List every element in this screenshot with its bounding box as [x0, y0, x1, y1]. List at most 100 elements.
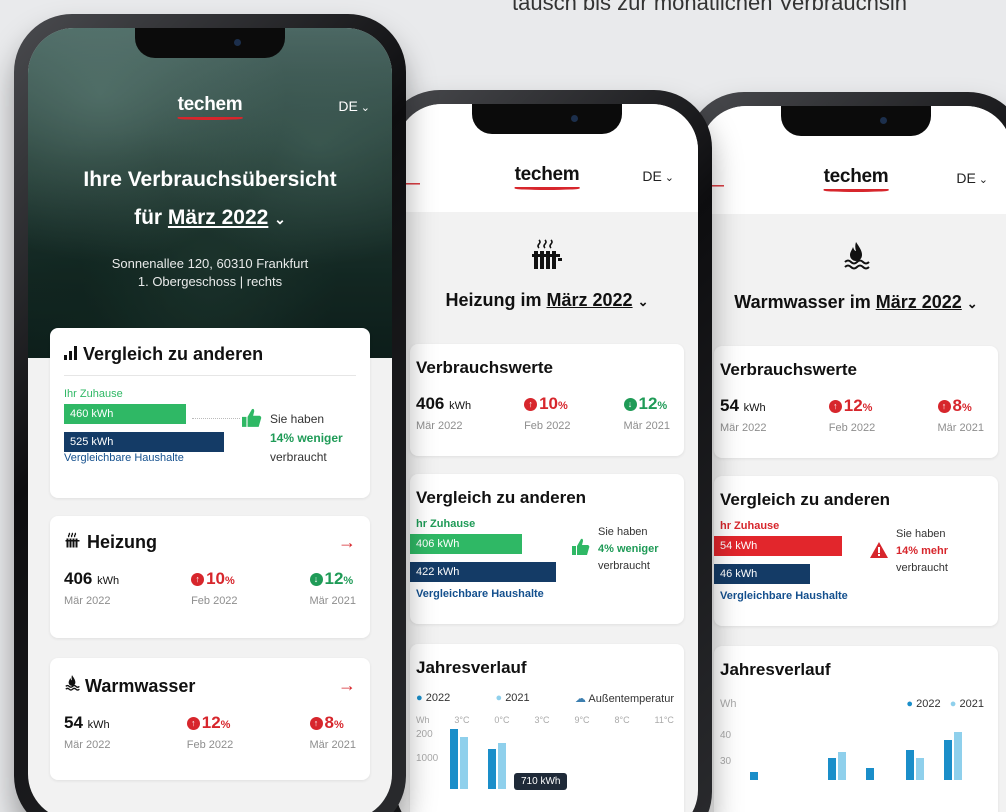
compare-title-row: Vergleich zu anderen: [64, 344, 356, 365]
verdict-line3: verbraucht: [270, 450, 327, 464]
others-bar: 46 kWh: [714, 564, 810, 584]
stat-label: Mär 2022: [720, 422, 767, 434]
stat-prev-month: ↑ 10% Feb 2022: [191, 569, 238, 607]
arrow-right-icon[interactable]: →: [338, 675, 356, 696]
arrow-up-icon: ↑: [186, 717, 200, 730]
heading-prefix: Heizung im: [445, 290, 542, 310]
y-tick: 1000: [416, 753, 439, 764]
flame-water-icon: [64, 675, 80, 696]
month-selector[interactable]: für März 2022 ⌄: [28, 206, 392, 230]
pct-label: Feb 2022: [828, 422, 876, 434]
values-title: Verbrauchswerte: [720, 360, 858, 379]
bar-2022: [450, 729, 458, 789]
bar-2021: [498, 743, 506, 789]
compare-card: Vergleich zu anderen hr Zuhause 406 kWh …: [410, 474, 684, 624]
compare-card: Vergleich zu anderen hr Zuhause 54 kWh 4…: [714, 476, 998, 626]
chevron-down-icon: ⌄: [360, 102, 370, 114]
phone-overview: techem DE ⌄ Ihre Verbrauchsübersicht für …: [14, 14, 406, 812]
chart-tooltip: 710 kWh: [514, 773, 568, 790]
heating-card[interactable]: Heizung → 406 kWh Mär 2022 ↑ 10% Feb 2022 ↓…: [50, 516, 370, 638]
pct-value: 12: [201, 713, 221, 732]
stat-prev-year: ↑ 8% Mär 2021: [309, 713, 356, 751]
compare-card[interactable]: Vergleich zu anderen Ihr Zuhause 460 kWh…: [50, 328, 370, 498]
heading-month: März 2022: [546, 290, 633, 310]
stat-unit: kWh: [743, 402, 766, 414]
pct-label: Mär 2021: [309, 595, 356, 607]
bar-2021: [916, 758, 924, 780]
bar-2022: [906, 750, 914, 780]
chevron-down-icon: ⌄: [966, 296, 978, 311]
water-title: Warmwasser: [85, 676, 196, 696]
techem-logo[interactable]: techem: [514, 164, 580, 190]
language-selector[interactable]: DE ⌄: [642, 168, 674, 184]
pct-value: 10: [206, 569, 225, 588]
pct-value: 8: [952, 396, 962, 415]
trend-chart: 200 1000 710 kWh: [416, 729, 674, 809]
home-bar: 460 kWh: [64, 404, 186, 424]
pct-label: Feb 2022: [191, 595, 238, 607]
legend-2022: 2022: [425, 692, 451, 704]
legend-2021: 2021: [959, 698, 984, 710]
stat-value: 54: [720, 396, 739, 415]
thumbs-up-icon: [572, 538, 590, 561]
axis-unit: Wh: [720, 698, 737, 710]
stat-label: Mär 2022: [64, 595, 111, 607]
arrow-up-icon: ↑: [309, 717, 323, 730]
bar-2021: [460, 737, 468, 789]
verdict: Sie haben 14% mehr verbraucht: [896, 526, 948, 577]
bar-2022: [828, 758, 836, 780]
arrow-right-icon[interactable]: →: [338, 532, 356, 553]
stat-prev-month: ↑ 12% Feb 2022: [186, 713, 234, 751]
bar-chart-icon: [64, 344, 78, 364]
values-title: Verbrauchswerte: [416, 358, 554, 377]
techem-logo[interactable]: techem: [177, 94, 243, 120]
chevron-down-icon: ⌄: [637, 294, 649, 309]
weather-icon: ☁: [574, 693, 586, 705]
verdict-line3: verbraucht: [598, 560, 650, 572]
background-caption: tausch bis zur monatlichen Verbrauchsin: [512, 0, 907, 15]
compare-title: Vergleich zu anderen: [83, 344, 264, 364]
heading-month: März 2022: [875, 292, 962, 312]
page-heading[interactable]: Heizung im März 2022 ⌄: [396, 290, 698, 311]
verdict-line1: Sie haben: [896, 528, 946, 540]
radiator-icon: [530, 238, 564, 275]
trend-card: Jahresverlauf Wh ● 2022 ● 2021 40 30: [714, 646, 998, 812]
bar-2022: [944, 740, 952, 780]
stat-label: Mär 2022: [416, 420, 463, 432]
verdict: Sie haben 14% weniger verbraucht: [270, 410, 343, 467]
phone-warmwasser: — techem DE ⌄ Warmwasser im März 2022 ⌄ V…: [686, 92, 1006, 812]
connector-line: [192, 418, 240, 419]
stat-prev-year: ↓ 12% Mär 2021: [309, 569, 356, 607]
language-label: DE: [338, 98, 358, 114]
home-label: Ihr Zuhause: [64, 388, 123, 400]
verdict-line1: Sie haben: [270, 412, 325, 426]
y-tick: 40: [720, 730, 732, 741]
language-selector[interactable]: DE ⌄: [338, 98, 370, 114]
pct-label: Mär 2021: [623, 420, 670, 432]
arrow-down-icon: ↓: [309, 573, 323, 586]
stat-value: 54: [64, 713, 83, 732]
techem-logo[interactable]: techem: [823, 166, 889, 192]
warning-icon: [870, 542, 888, 563]
page-heading[interactable]: Warmwasser im März 2022 ⌄: [700, 292, 1006, 313]
pct-label: Mär 2021: [937, 422, 984, 434]
temp-5: 11°C: [654, 715, 674, 725]
stat-current: 406 kWh Mär 2022: [64, 569, 119, 607]
pct-value: 12: [638, 394, 658, 413]
arrow-down-icon: ↓: [623, 398, 637, 411]
pct-value: 12: [324, 569, 344, 588]
flame-water-icon: [842, 240, 870, 277]
language-label: DE: [956, 170, 976, 186]
arrow-up-icon: ↑: [191, 573, 205, 586]
stat-current: 54 kWh Mär 2022: [64, 713, 110, 751]
water-card[interactable]: Warmwasser → 54 kWh Mär 2022 ↑ 12% Feb 2022…: [50, 658, 370, 780]
notch: [135, 28, 285, 58]
compare-title: Vergleich zu anderen: [720, 490, 891, 509]
home-bar: 54 kWh: [714, 536, 842, 556]
pct-label: Mär 2021: [309, 739, 356, 751]
chevron-down-icon: ⌄: [274, 211, 286, 227]
screen: — techem DE ⌄ Warmwasser im März 2022 ⌄ V…: [700, 106, 1006, 812]
language-selector[interactable]: DE ⌄: [956, 170, 988, 186]
values-card: Verbrauchswerte 406 kWh Mär 2022 ↑ 10% Feb …: [410, 344, 684, 456]
temp-4: 8°C: [614, 715, 630, 725]
